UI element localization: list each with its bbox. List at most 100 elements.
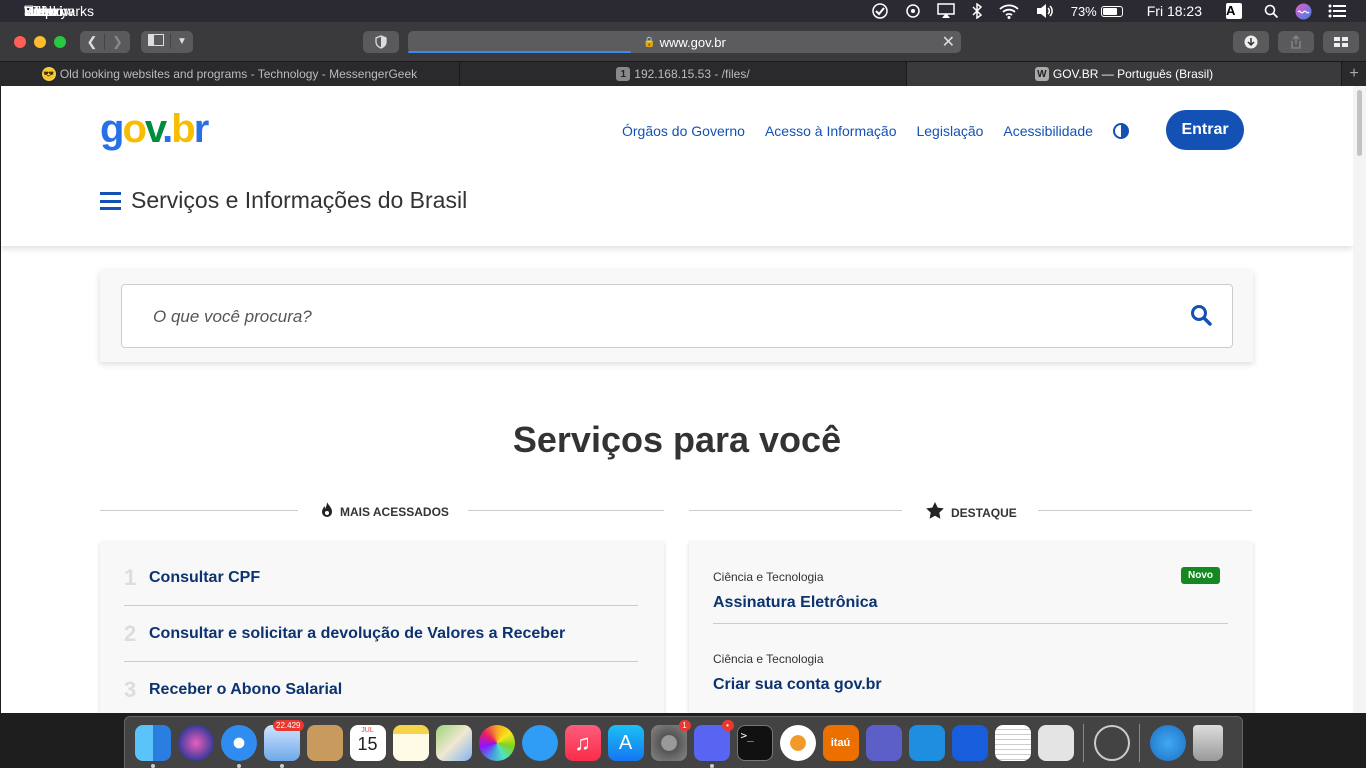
service-link[interactable]: Criar sua conta gov.br	[713, 676, 882, 694]
messages-icon[interactable]	[521, 724, 558, 761]
search-icon[interactable]	[1190, 304, 1212, 331]
window-controls	[14, 35, 66, 48]
teams-icon[interactable]	[865, 724, 902, 761]
list-item[interactable]: 3 Receber o Abono Salarial	[124, 662, 638, 713]
govbr-logo[interactable]: gov.br	[100, 104, 209, 154]
bitwarden-icon[interactable]	[951, 724, 988, 761]
notes-icon[interactable]	[392, 724, 429, 761]
category-label: Ciência e Tecnologia	[713, 570, 824, 584]
new-tab-icon[interactable]: +	[1342, 62, 1366, 86]
spotlight-search-icon[interactable]	[1264, 4, 1279, 19]
nav-acessibilidade[interactable]: Acessibilidade	[1003, 123, 1093, 139]
back-forward-buttons: ❮ ❯	[80, 30, 130, 53]
nav-acesso-informacao[interactable]: Acesso à Informação	[765, 123, 897, 139]
airplay-icon[interactable]	[936, 3, 955, 19]
minimize-window-button[interactable]	[34, 35, 46, 48]
search-panel: O que você procura?	[100, 270, 1253, 362]
discord-icon[interactable]: •	[693, 719, 734, 768]
screenshot-icon[interactable]	[1037, 724, 1074, 761]
menu-title[interactable]: Serviços e Informações do Brasil	[131, 187, 467, 214]
system-preferences-icon[interactable]: 1	[650, 719, 691, 761]
close-window-button[interactable]	[14, 35, 26, 48]
tab-title: 192.168.15.53 - /files/	[634, 67, 750, 81]
login-button[interactable]: Entrar	[1166, 110, 1244, 150]
notification-center-icon[interactable]	[1328, 4, 1346, 18]
photos-icon[interactable]	[478, 724, 515, 761]
dock-separator	[1083, 723, 1084, 762]
tab-files[interactable]: 1 192.168.15.53 - /files/	[460, 62, 907, 86]
downloads-stack-icon[interactable]	[1149, 724, 1186, 761]
maps-icon[interactable]	[435, 724, 472, 761]
category-label: Ciência e Tecnologia	[713, 652, 824, 666]
safari-icon[interactable]	[220, 724, 257, 768]
nav-legislacao[interactable]: Legislação	[916, 123, 983, 139]
tab-bar: 😎 Old looking websites and programs - Te…	[0, 61, 1366, 86]
site-header: gov.br Órgãos do Governo Acesso à Inform…	[1, 86, 1353, 246]
privacy-report-button[interactable]	[363, 30, 399, 53]
zoom-window-button[interactable]	[54, 35, 66, 48]
airdrop-icon[interactable]	[905, 3, 921, 19]
hamburger-menu-icon[interactable]	[100, 192, 121, 210]
finder-icon[interactable]	[134, 724, 171, 768]
tab-title: GOV.BR — Português (Brasil)	[1052, 67, 1214, 81]
siri-icon[interactable]	[1295, 3, 1312, 20]
share-icon	[1291, 34, 1301, 49]
grid-icon	[1334, 36, 1348, 47]
battery-icon	[1100, 5, 1123, 17]
terminal-icon[interactable]: >_	[736, 724, 773, 761]
back-icon[interactable]: ❮	[80, 33, 105, 50]
itau-icon[interactable]: itaú	[822, 724, 859, 761]
search-input[interactable]: O que você procura?	[121, 284, 1233, 348]
input-source-icon[interactable]: A	[1226, 3, 1242, 19]
vscode-icon[interactable]	[908, 724, 945, 761]
most-accessed-label: MAIS ACESSADOS	[321, 502, 449, 522]
checkmark-status-icon[interactable]	[871, 2, 889, 20]
list-item[interactable]: Ciência e Tecnologia Novo Assinatura Ele…	[713, 542, 1228, 624]
mail-icon[interactable]: 22.429	[263, 719, 304, 768]
contacts-icon[interactable]	[306, 724, 343, 761]
bluetooth-icon[interactable]	[971, 3, 983, 19]
most-accessed-card: 1 Consultar CPF 2 Consultar e solicitar …	[100, 542, 664, 713]
stop-loading-icon[interactable]: ✕	[942, 32, 955, 52]
list-item[interactable]: 2 Consultar e solicitar a devolução de V…	[124, 606, 638, 662]
address-bar[interactable]: 🔒 www.gov.br ✕	[408, 31, 961, 53]
lock-icon: 🔒	[643, 36, 656, 48]
calendar-icon[interactable]: JUL 15	[349, 724, 386, 761]
volume-icon[interactable]	[1035, 3, 1055, 19]
siri-app-icon[interactable]	[177, 724, 214, 761]
downloads-button[interactable]	[1233, 30, 1269, 53]
nav-orgaos-governo[interactable]: Órgãos do Governo	[622, 123, 745, 139]
url-text: www.gov.br	[659, 34, 726, 50]
app-store-icon[interactable]: A	[607, 724, 644, 761]
service-link[interactable]: Receber o Abono Salarial	[149, 681, 342, 699]
service-link[interactable]: Assinatura Eletrônica	[713, 594, 878, 612]
tab-title: Old looking websites and programs - Tech…	[59, 67, 418, 81]
music-icon[interactable]: ♫	[564, 724, 601, 761]
keyhole-app-icon[interactable]	[779, 724, 816, 761]
page-scrollbar[interactable]	[1353, 86, 1366, 713]
service-link[interactable]: Consultar CPF	[149, 569, 260, 587]
network-utility-icon[interactable]	[1093, 724, 1130, 761]
sidebar-toggle-button[interactable]: ▼	[141, 30, 193, 53]
wifi-icon[interactable]	[999, 4, 1019, 19]
featured-card: Ciência e Tecnologia Novo Assinatura Ele…	[689, 542, 1253, 713]
tab-govbr[interactable]: W GOV.BR — Português (Brasil)	[907, 62, 1342, 86]
page-load-progress	[408, 51, 631, 53]
clock[interactable]: Fri 18:23	[1147, 3, 1202, 19]
number-favicon-icon: 1	[616, 67, 631, 81]
trash-icon[interactable]	[1192, 724, 1223, 761]
service-link[interactable]: Consultar e solicitar a devolução de Val…	[149, 625, 565, 643]
battery-status[interactable]: 73%	[1071, 4, 1123, 19]
star-icon	[926, 502, 944, 523]
textedit-icon[interactable]	[994, 724, 1031, 761]
share-button[interactable]	[1278, 30, 1314, 53]
battery-percent: 73%	[1070, 3, 1097, 19]
list-item[interactable]: Ciência e Tecnologia Criar sua conta gov…	[713, 624, 1228, 706]
list-item[interactable]: 1 Consultar CPF	[124, 550, 638, 606]
forward-icon[interactable]: ❯	[105, 34, 130, 50]
featured-label: DESTAQUE	[926, 502, 1017, 523]
contrast-toggle-icon[interactable]	[1112, 123, 1129, 139]
tab-overview-button[interactable]	[1323, 30, 1359, 53]
dock-separator	[1139, 723, 1140, 762]
tab-messengergeek[interactable]: 😎 Old looking websites and programs - Te…	[0, 62, 460, 86]
